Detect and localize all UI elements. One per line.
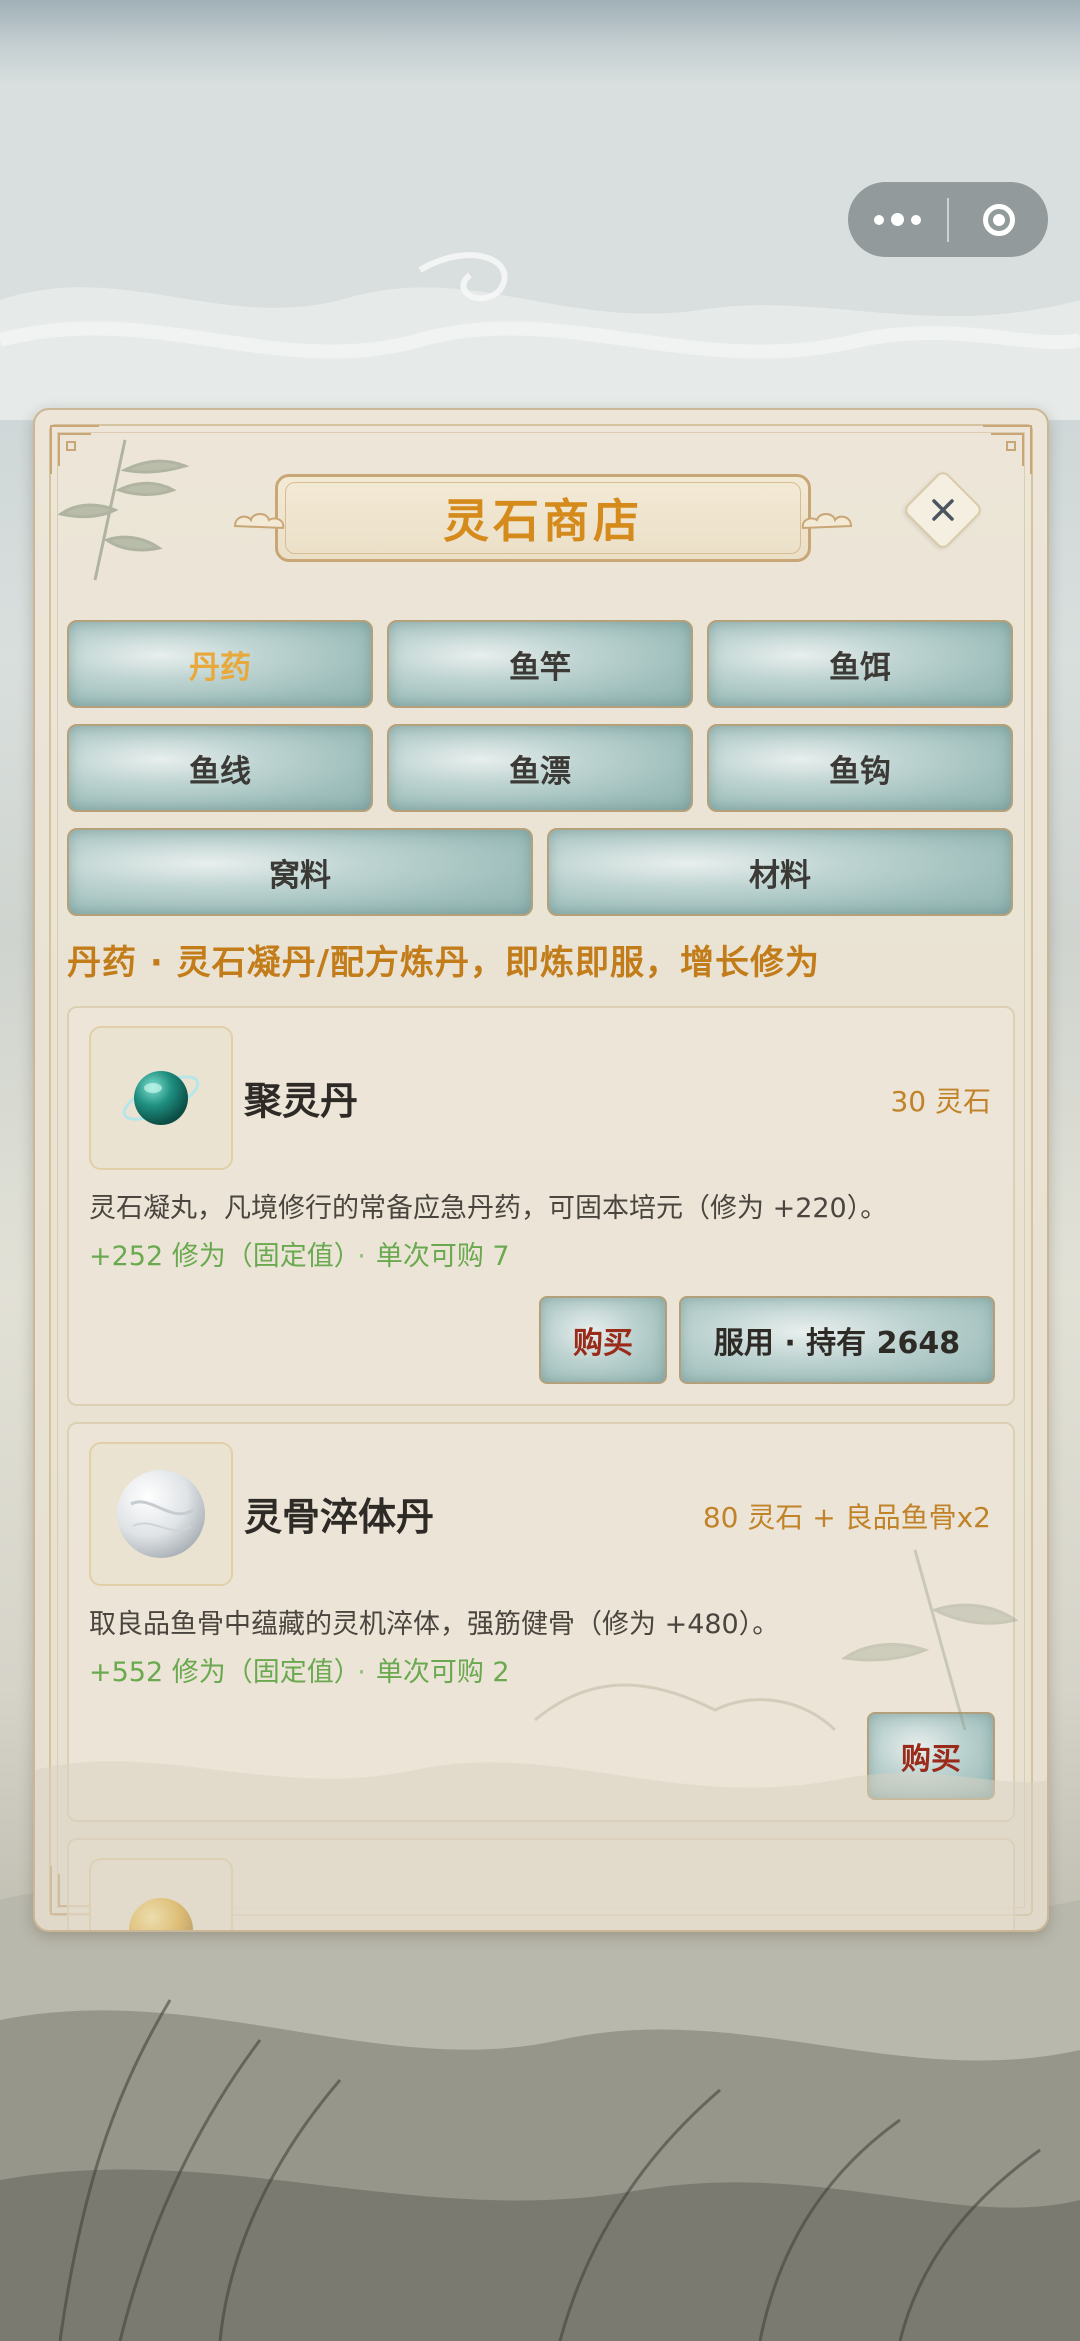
tab-wo-liao[interactable]: 窝料 — [67, 828, 533, 916]
tab-yu-xian[interactable]: 鱼线 — [67, 724, 373, 812]
shop-title-plate: 灵石商店 — [233, 468, 853, 568]
tab-yu-piao[interactable]: 鱼漂 — [387, 724, 693, 812]
product-description: 灵石凝丸，凡境修行的常备应急丹药，可固本培元（修为 +220）。 — [89, 1193, 888, 1224]
tab-dan-yao[interactable]: 丹药 — [67, 620, 373, 708]
tab-cai-liao[interactable]: 材料 — [547, 828, 1013, 916]
product-thumbnail — [89, 1026, 233, 1170]
cloud-ornament-icon — [233, 513, 285, 530]
product-price: 30 灵石 — [890, 1085, 991, 1118]
jade-pill-icon — [122, 1071, 200, 1125]
shop-title: 灵石商店 — [443, 494, 643, 548]
product-meta: +252 修为（固定值） · 单次可购 7 — [89, 1234, 510, 1273]
product-name: 聚灵丹 — [244, 1079, 359, 1123]
use-button[interactable]: 服用 · 持有 2648 — [679, 1296, 995, 1384]
buy-button[interactable]: 购买 — [539, 1296, 667, 1384]
meta-separator: · — [357, 1241, 366, 1272]
product-gain: +252 修为（固定值） — [89, 1241, 348, 1272]
miniprogram-capsule — [848, 182, 1048, 257]
close-x-icon — [932, 499, 954, 521]
category-description: 丹药 · 灵石凝丹/配方炼丹，即炼即服，增长修为 — [67, 943, 821, 983]
shop-panel: 灵石商店 丹药 鱼竿 鱼饵 鱼线 鱼漂 鱼钩 窝料 材料 丹药 · 灵石凝丹/配… — [33, 408, 1049, 1932]
product-card: 聚灵丹 30 灵石 灵石凝丸，凡境修行的常备应急丹药，可固本培元（修为 +220… — [67, 1006, 1015, 1406]
target-close-icon[interactable] — [949, 182, 1048, 257]
tab-yu-er[interactable]: 鱼饵 — [707, 620, 1013, 708]
corner-ornament-icon — [983, 425, 1032, 474]
tab-yu-gan[interactable]: 鱼竿 — [387, 620, 693, 708]
product-limit: 单次可购 7 — [375, 1241, 510, 1272]
close-button[interactable] — [901, 468, 985, 552]
bamboo-decoration-icon — [57, 439, 190, 581]
more-dots-icon[interactable] — [848, 182, 947, 257]
panel-landscape-decoration — [35, 1549, 1047, 1930]
tab-yu-gou[interactable]: 鱼钩 — [707, 724, 1013, 812]
cloud-ornament-icon — [801, 513, 853, 530]
